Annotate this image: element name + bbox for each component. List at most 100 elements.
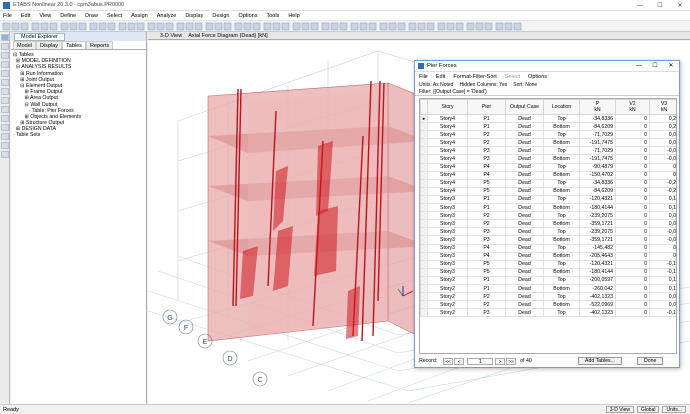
- draw-link-icon[interactable]: [1, 124, 9, 131]
- table-cell[interactable]: 0,0: [649, 219, 676, 229]
- table-row[interactable]: Story3 P5 Dead Top -120,4321 0 -0,1: [420, 259, 676, 269]
- table-cell[interactable]: -0,1: [649, 259, 676, 269]
- table-row[interactable]: Story4 P5 Dead Top -34,8336 0 -0,2: [420, 178, 676, 188]
- table-cell[interactable]: -120,4321: [579, 259, 616, 269]
- table-cell[interactable]: 0: [649, 162, 676, 172]
- table-cell[interactable]: 0: [615, 308, 650, 318]
- table-cell[interactable]: Dead: [505, 308, 544, 318]
- table-cell[interactable]: Story3: [427, 227, 468, 237]
- table-cell[interactable]: -71,7029: [579, 146, 616, 156]
- table-row[interactable]: Story3 P2 Dead Top -239,2075 0 0,0: [420, 211, 676, 221]
- table-cell[interactable]: 0: [615, 138, 650, 148]
- tab-3d-view[interactable]: 3-D View: [160, 33, 182, 39]
- status-coord-system[interactable]: Global: [636, 406, 660, 413]
- table-row[interactable]: Story2 P2 Dead Top -402,1323 0 0,0: [420, 292, 676, 302]
- table-row[interactable]: Story3 P5 Dead Bottom -180,4144 0 -0,1: [420, 267, 676, 277]
- table-cell[interactable]: 0,1: [649, 275, 676, 285]
- table-cell[interactable]: -150,4702: [579, 170, 616, 180]
- table-cell[interactable]: -180,4144: [579, 203, 616, 213]
- table-cell[interactable]: Dead: [505, 113, 544, 124]
- table-cell[interactable]: P4: [467, 162, 506, 172]
- table-cell[interactable]: 0,1: [649, 283, 676, 294]
- close-button[interactable]: ✕: [670, 0, 690, 11]
- tab-reports[interactable]: Reports: [85, 41, 114, 49]
- table-cell[interactable]: Story3: [427, 267, 468, 277]
- tree-item[interactable]: · Table Sets: [13, 132, 146, 138]
- table-cell[interactable]: 0,1: [649, 203, 676, 213]
- table-cell[interactable]: P4: [467, 170, 506, 180]
- draw-brace-icon[interactable]: [1, 88, 9, 95]
- table-cell[interactable]: -239,2075: [579, 227, 616, 237]
- table-cell[interactable]: 0: [615, 243, 650, 253]
- table-cell[interactable]: 0,0: [649, 130, 676, 140]
- table-cell[interactable]: 0: [649, 243, 676, 253]
- table-cell[interactable]: P3: [467, 146, 506, 156]
- menu-tools[interactable]: Tools: [266, 13, 279, 19]
- table-cell[interactable]: Top: [543, 211, 580, 221]
- row-selector[interactable]: [420, 178, 428, 188]
- table-cell[interactable]: 0: [615, 292, 650, 302]
- table-cell[interactable]: -191,7475: [579, 138, 616, 148]
- table-cell[interactable]: 0,2: [649, 113, 676, 124]
- menu-edit[interactable]: Edit: [21, 13, 30, 19]
- pointer-tool-icon[interactable]: [1, 34, 9, 41]
- table-row[interactable]: Story3 P2 Dead Bottom -359,1721 0 0,0: [420, 219, 676, 229]
- table-cell[interactable]: P5: [467, 259, 506, 269]
- table-cell[interactable]: 0: [615, 122, 650, 132]
- table-row[interactable]: Story2 P2 Dead Bottom -522,0969 0 0,0: [420, 300, 676, 310]
- menu-help[interactable]: Help: [288, 13, 299, 19]
- table-cell[interactable]: 0: [615, 146, 650, 156]
- prev-record-button[interactable]: <: [454, 357, 465, 365]
- table-cell[interactable]: P4: [467, 243, 506, 253]
- table-cell[interactable]: Dead: [505, 259, 544, 269]
- table-cell[interactable]: P3: [467, 308, 506, 318]
- table-cell[interactable]: Bottom: [543, 251, 580, 261]
- table-cell[interactable]: P2: [467, 130, 506, 140]
- row-selector[interactable]: [420, 203, 428, 213]
- dialog-close-button[interactable]: ✕: [663, 61, 679, 71]
- table-cell[interactable]: Top: [543, 178, 580, 188]
- table-row[interactable]: Story2 P3 Dead Top -402,1323 0 -0,1: [420, 308, 676, 318]
- table-cell[interactable]: Bottom: [543, 267, 580, 277]
- table-cell[interactable]: -0,2: [649, 186, 676, 196]
- table-cell[interactable]: -0,2: [649, 178, 676, 188]
- table-cell[interactable]: Bottom: [543, 300, 580, 310]
- table-cell[interactable]: P1: [467, 113, 506, 124]
- table-row[interactable]: Story3 P4 Dead Top -145,482 0 0: [420, 243, 676, 253]
- table-cell[interactable]: P3: [467, 235, 506, 245]
- row-selector[interactable]: [420, 283, 428, 294]
- row-selector[interactable]: [420, 122, 428, 132]
- dialog-menu-file[interactable]: File: [419, 74, 428, 80]
- table-cell[interactable]: Story3: [427, 219, 468, 229]
- table-cell[interactable]: -260,042: [579, 283, 616, 294]
- table-cell[interactable]: Top: [543, 259, 580, 269]
- menu-define[interactable]: Define: [60, 13, 76, 19]
- menu-analyze[interactable]: Analyze: [157, 13, 177, 19]
- row-selector[interactable]: [420, 146, 428, 156]
- table-cell[interactable]: -71,7029: [579, 130, 616, 140]
- table-cell[interactable]: Dead: [505, 227, 544, 237]
- table-cell[interactable]: Top: [543, 162, 580, 172]
- row-selector[interactable]: [420, 275, 428, 285]
- done-button[interactable]: Done: [637, 357, 664, 365]
- menu-draw[interactable]: Draw: [85, 13, 98, 19]
- table-cell[interactable]: Dead: [505, 211, 544, 221]
- menu-display[interactable]: Display: [185, 13, 203, 19]
- table-cell[interactable]: Dead: [505, 138, 544, 148]
- maximize-button[interactable]: ☐: [650, 0, 670, 11]
- row-selector[interactable]: [420, 186, 428, 196]
- column-header[interactable]: PkN: [579, 99, 616, 115]
- table-cell[interactable]: Story4: [427, 162, 468, 172]
- draw-dimension-icon[interactable]: [1, 133, 9, 140]
- table-cell[interactable]: -34,8336: [579, 178, 616, 188]
- table-cell[interactable]: P4: [467, 251, 506, 261]
- table-cell[interactable]: 0: [615, 186, 650, 196]
- table-cell[interactable]: 0: [615, 194, 650, 205]
- table-cell[interactable]: P3: [467, 154, 506, 164]
- table-cell[interactable]: Story3: [427, 251, 468, 261]
- draw-column-icon[interactable]: [1, 70, 9, 77]
- column-header[interactable]: Story: [427, 99, 468, 115]
- row-selector[interactable]: [420, 300, 428, 310]
- table-cell[interactable]: 0: [615, 227, 650, 237]
- dialog-maximize-button[interactable]: ☐: [647, 61, 663, 71]
